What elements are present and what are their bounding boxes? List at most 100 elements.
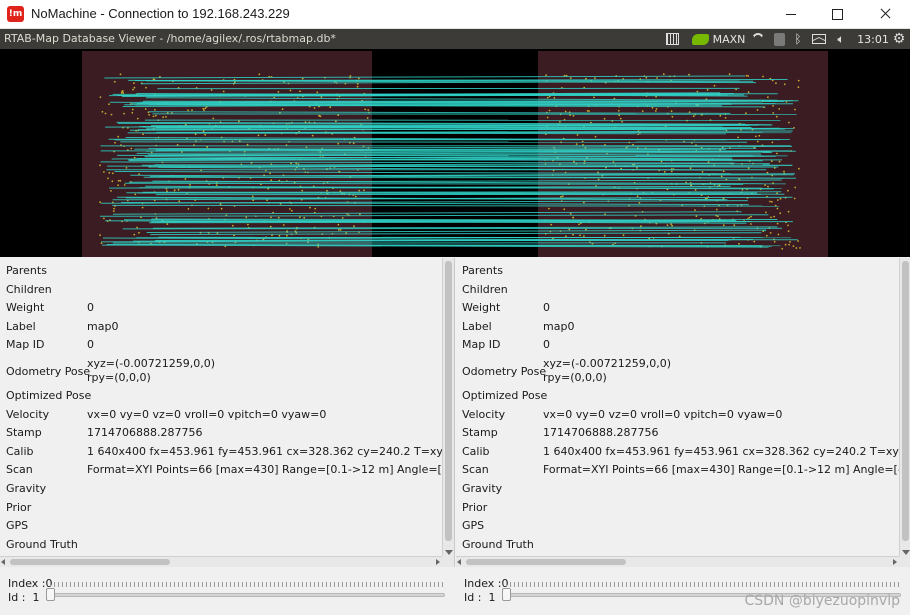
minimize-button[interactable] bbox=[768, 0, 814, 28]
settings-gear-icon[interactable]: ⚙ bbox=[891, 29, 907, 49]
keypoint bbox=[572, 115, 575, 117]
info-key: Map ID bbox=[462, 338, 501, 352]
keypoint bbox=[271, 234, 273, 237]
keypoint bbox=[753, 240, 756, 243]
close-button[interactable] bbox=[862, 0, 908, 28]
info-row: Velocity vx=0 vy=0 vz=0 vroll=0 vpitch=0 … bbox=[462, 408, 899, 426]
right-vertical-scrollbar[interactable] bbox=[899, 258, 910, 556]
left-node-slider[interactable] bbox=[50, 593, 445, 597]
keypoint bbox=[656, 77, 658, 79]
keypoint bbox=[258, 73, 261, 76]
info-key: Prior bbox=[6, 500, 32, 514]
keypoint bbox=[148, 113, 151, 116]
bluetooth-icon[interactable]: ᛒ bbox=[792, 29, 804, 49]
keypoint bbox=[671, 224, 673, 227]
keypoint bbox=[354, 195, 357, 198]
left-slider-handle[interactable] bbox=[46, 588, 55, 601]
info-row: Map ID 0 bbox=[462, 338, 899, 356]
info-key: Velocity bbox=[462, 407, 506, 421]
keypoint bbox=[766, 171, 769, 174]
keypoint bbox=[701, 171, 704, 173]
info-row: Ground Truth bbox=[462, 538, 899, 556]
usb-icon[interactable] bbox=[772, 29, 786, 49]
maximize-button[interactable] bbox=[814, 0, 860, 28]
cpu-monitor-icon[interactable] bbox=[664, 29, 680, 49]
keypoint bbox=[132, 88, 134, 91]
keypoint bbox=[264, 134, 267, 136]
keypoint bbox=[114, 141, 116, 144]
keypoint bbox=[337, 114, 340, 117]
keypoint bbox=[747, 167, 750, 169]
left-vertical-scrollbar[interactable] bbox=[442, 258, 454, 556]
volume-icon[interactable]: 🔈︎ bbox=[832, 29, 850, 49]
info-key: Odometry Pose bbox=[6, 365, 91, 378]
keypoint bbox=[778, 160, 781, 163]
match-line bbox=[144, 132, 727, 135]
keypoint bbox=[162, 116, 165, 119]
keypoint bbox=[695, 215, 698, 218]
scroll-corner bbox=[442, 556, 454, 567]
keypoint bbox=[337, 142, 340, 145]
power-mode-label[interactable]: MAXN bbox=[712, 29, 746, 49]
keypoint bbox=[107, 177, 109, 180]
keypoint bbox=[113, 80, 116, 83]
keypoint bbox=[662, 73, 665, 76]
info-row: Stamp 1714706888.287756 bbox=[462, 426, 899, 444]
keypoint bbox=[619, 117, 622, 120]
info-row: Scan Format=XYI Points=66 [max=430] Range… bbox=[462, 463, 899, 481]
keypoint bbox=[773, 215, 775, 218]
keypoint bbox=[356, 85, 359, 88]
keypoint bbox=[358, 189, 361, 192]
keypoint bbox=[797, 240, 799, 242]
nvidia-icon[interactable] bbox=[690, 29, 710, 49]
keypoint bbox=[117, 184, 119, 187]
right-slider-ticks bbox=[506, 582, 901, 587]
keypoint bbox=[770, 160, 773, 163]
info-row: Children bbox=[462, 283, 899, 301]
feature-match-canvas bbox=[82, 51, 828, 257]
feature-match-view[interactable] bbox=[0, 49, 910, 257]
keypoint bbox=[586, 109, 589, 112]
mail-icon[interactable] bbox=[810, 29, 828, 49]
match-line bbox=[112, 204, 780, 207]
keypoint bbox=[756, 109, 759, 111]
keypoint bbox=[339, 229, 342, 231]
info-key: Weight bbox=[462, 301, 501, 315]
wifi-icon[interactable] bbox=[750, 29, 766, 49]
keypoint bbox=[184, 178, 187, 180]
keypoint bbox=[194, 133, 197, 136]
keypoint bbox=[131, 108, 134, 111]
keypoint bbox=[166, 223, 169, 226]
keypoint bbox=[289, 89, 292, 92]
info-row: Odometry Pose xyz=(-0.00721259,0,0) rpy=(0… bbox=[462, 357, 899, 389]
keypoint bbox=[765, 234, 768, 237]
info-value: 1714706888.287756 bbox=[87, 426, 203, 440]
match-line bbox=[112, 93, 778, 95]
right-horizontal-scrollbar[interactable] bbox=[456, 556, 899, 567]
keypoint bbox=[750, 223, 752, 225]
info-value: map0 bbox=[87, 319, 119, 333]
keypoint bbox=[755, 135, 757, 138]
info-value: 1 640x400 fx=453.961 fy=453.961 cx=328.3… bbox=[87, 444, 442, 458]
window-title: NoMachine - Connection to 192.168.243.22… bbox=[31, 6, 290, 21]
keypoint bbox=[189, 184, 191, 186]
keypoint bbox=[797, 79, 800, 82]
keypoint bbox=[317, 246, 320, 248]
info-value: 1 640x400 fx=453.961 fy=453.961 cx=328.3… bbox=[543, 444, 899, 458]
info-key: Stamp bbox=[462, 426, 498, 440]
clock[interactable]: 13:01 bbox=[856, 29, 890, 49]
keypoint bbox=[563, 208, 566, 211]
right-slider-handle[interactable] bbox=[502, 588, 511, 601]
left-horizontal-scrollbar[interactable] bbox=[0, 556, 442, 567]
keypoint bbox=[593, 96, 595, 99]
keypoint bbox=[636, 195, 639, 198]
keypoint bbox=[798, 167, 800, 170]
info-value: xyz=(-0.00721259,0,0) rpy=(0,0,0) bbox=[87, 357, 216, 384]
info-key: Gravity bbox=[6, 482, 47, 495]
keypoint bbox=[111, 180, 114, 183]
keypoint bbox=[728, 73, 731, 76]
keypoint bbox=[204, 107, 207, 110]
left-node-info-panel: Parents Children Weight 0 Label map0 Map ID 0 Od… bbox=[0, 258, 455, 567]
keypoint bbox=[779, 197, 782, 200]
keypoint bbox=[594, 135, 597, 138]
